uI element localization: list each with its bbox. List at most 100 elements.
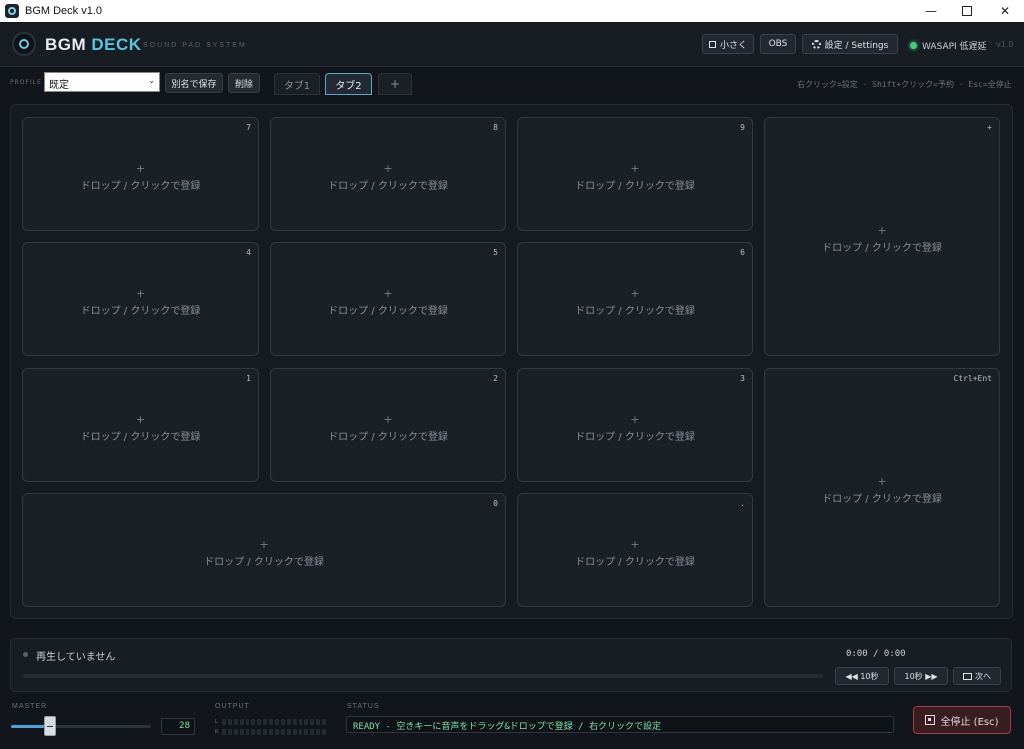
add-icon: +: [630, 162, 640, 175]
profile-select[interactable]: 既定 ⌄: [44, 72, 160, 92]
logo-icon: [12, 32, 36, 56]
version-label: v1.0: [996, 40, 1014, 49]
minimize-button[interactable]: —: [914, 0, 948, 22]
pad-key: 1: [246, 374, 251, 383]
gear-icon: [811, 39, 821, 49]
pad-key: 4: [246, 248, 251, 257]
master-volume-value: 28: [161, 718, 195, 735]
app-header: BGM DECK SOUND PAD SYSTEM 小さく OBS 設定 / S…: [0, 23, 1024, 67]
pad-0[interactable]: 0 + ドロップ / クリックで登録: [22, 493, 506, 607]
brand-accent: DECK: [91, 35, 142, 54]
pad-empty-label: ドロップ / クリックで登録: [80, 432, 201, 443]
pad-empty-label: ドロップ / クリックで登録: [822, 494, 942, 505]
pad-9[interactable]: 9 + ドロップ / クリックで登録: [517, 117, 753, 231]
pad-key: 6: [740, 248, 745, 257]
pad-7[interactable]: 7 + ドロップ / クリックで登録: [22, 117, 259, 231]
add-icon: +: [135, 287, 146, 300]
next-label: 次へ: [975, 671, 991, 681]
pad-1[interactable]: 1 + ドロップ / クリックで登録: [22, 368, 259, 482]
forward-10s-button[interactable]: 10秒 ▶▶: [894, 667, 948, 685]
pad-key: 3: [740, 374, 745, 383]
brand-title: BGM DECK: [45, 35, 142, 55]
profile-selected-value: 既定: [49, 80, 69, 91]
pad-ctrl-enter[interactable]: Ctrl+Ent + ドロップ / クリックで登録: [764, 368, 1000, 607]
pad-key: 8: [493, 123, 498, 132]
now-playing-panel: 再生していません 0:00 / 0:00 ◀◀ 10秒 10秒 ▶▶ 次へ: [10, 638, 1012, 692]
pad-key: 2: [493, 374, 498, 383]
playback-time: 0:00 / 0:00: [846, 649, 906, 659]
close-button[interactable]: ✕: [988, 0, 1022, 22]
obs-button[interactable]: OBS: [760, 34, 796, 54]
add-icon: +: [630, 287, 640, 300]
delete-profile-button[interactable]: 削除: [228, 73, 260, 93]
window-titlebar: BGM Deck v1.0: [0, 0, 1024, 22]
settings-button[interactable]: 設定 / Settings: [802, 34, 898, 54]
playback-status: 再生していません: [36, 652, 116, 663]
pad-key: 9: [740, 123, 745, 132]
meter-right-label: R: [215, 729, 219, 735]
pad-empty-label: ドロップ / クリックで登録: [575, 432, 695, 443]
pad-key: +: [987, 123, 992, 132]
pad-key: Ctrl+Ent: [953, 374, 992, 383]
audio-status-text: WASAPI 低遅延: [922, 42, 987, 52]
chevron-down-icon: ⌄: [148, 76, 155, 85]
app-icon: [5, 4, 19, 18]
pad-empty-label: ドロップ / クリックで登録: [328, 306, 448, 317]
maximize-button[interactable]: [950, 0, 984, 22]
playback-dot-icon: [23, 652, 28, 657]
pad-decimal[interactable]: . + ドロップ / クリックで登録: [517, 493, 753, 607]
master-volume-handle[interactable]: [44, 716, 56, 736]
pad-2[interactable]: 2 + ドロップ / クリックで登録: [270, 368, 506, 482]
pad-key: 5: [493, 248, 498, 257]
square-icon: [708, 40, 716, 48]
stop-all-button[interactable]: 全停止 (Esc): [913, 706, 1011, 734]
pad-empty-label: ドロップ / クリックで登録: [204, 557, 324, 568]
add-icon: +: [630, 538, 640, 551]
pad-empty-label: ドロップ / クリックで登録: [822, 243, 942, 254]
meter-left-label: L: [215, 719, 219, 725]
profile-label: PROFILE: [10, 79, 42, 86]
next-button[interactable]: 次へ: [953, 667, 1001, 685]
pad-empty-label: ドロップ / クリックで登録: [575, 557, 695, 568]
pad-8[interactable]: 8 + ドロップ / クリックで登録: [270, 117, 506, 231]
add-icon: +: [259, 538, 269, 551]
pad-empty-label: ドロップ / クリックで登録: [80, 181, 201, 192]
pad-empty-label: ドロップ / クリックで登録: [575, 181, 695, 192]
settings-label: 設定 / Settings: [824, 40, 889, 51]
compact-mode-button[interactable]: 小さく: [702, 34, 754, 54]
next-icon: [963, 672, 972, 680]
pad-empty-label: ドロップ / クリックで登録: [328, 432, 448, 443]
rewind-10s-button[interactable]: ◀◀ 10秒: [835, 667, 889, 685]
pad-3[interactable]: 3 + ドロップ / クリックで登録: [517, 368, 753, 482]
add-icon: +: [630, 413, 640, 426]
pad-5[interactable]: 5 + ドロップ / クリックで登録: [270, 242, 506, 356]
add-icon: +: [135, 413, 146, 426]
pad-plus[interactable]: + + ドロップ / クリックで登録: [764, 117, 1000, 356]
add-icon: +: [383, 287, 393, 300]
stop-icon: [925, 715, 936, 725]
window-title: BGM Deck v1.0: [25, 5, 103, 17]
pad-empty-label: ドロップ / クリックで登録: [328, 181, 448, 192]
tab-2[interactable]: タブ2: [325, 73, 372, 95]
save-as-button[interactable]: 別名で保存: [165, 73, 223, 93]
add-icon: +: [877, 475, 887, 488]
pad-key: 0: [493, 499, 498, 508]
compact-mode-label: 小さく: [719, 40, 747, 51]
tab-1[interactable]: タブ1: [274, 73, 320, 95]
add-tab-button[interactable]: +: [378, 73, 412, 95]
playback-progress-bar[interactable]: [23, 674, 823, 678]
add-icon: +: [135, 162, 146, 175]
add-icon: +: [383, 162, 393, 175]
output-meter-left: [222, 719, 327, 725]
pad-empty-label: ドロップ / クリックで登録: [575, 306, 695, 317]
audio-status: WASAPI 低遅延: [910, 39, 987, 52]
pad-key: .: [740, 499, 745, 508]
shortcut-hint: 右クリック=設定 · Shift+クリック=予約 · Esc=全停止: [797, 80, 1012, 89]
pad-6[interactable]: 6 + ドロップ / クリックで登録: [517, 242, 753, 356]
master-volume-slider[interactable]: [11, 725, 151, 728]
add-icon: +: [383, 413, 393, 426]
maximize-icon: [962, 6, 972, 16]
pad-4[interactable]: 4 + ドロップ / クリックで登録: [22, 242, 259, 356]
output-label: OUTPUT: [215, 703, 250, 710]
pad-empty-label: ドロップ / クリックで登録: [80, 306, 201, 317]
